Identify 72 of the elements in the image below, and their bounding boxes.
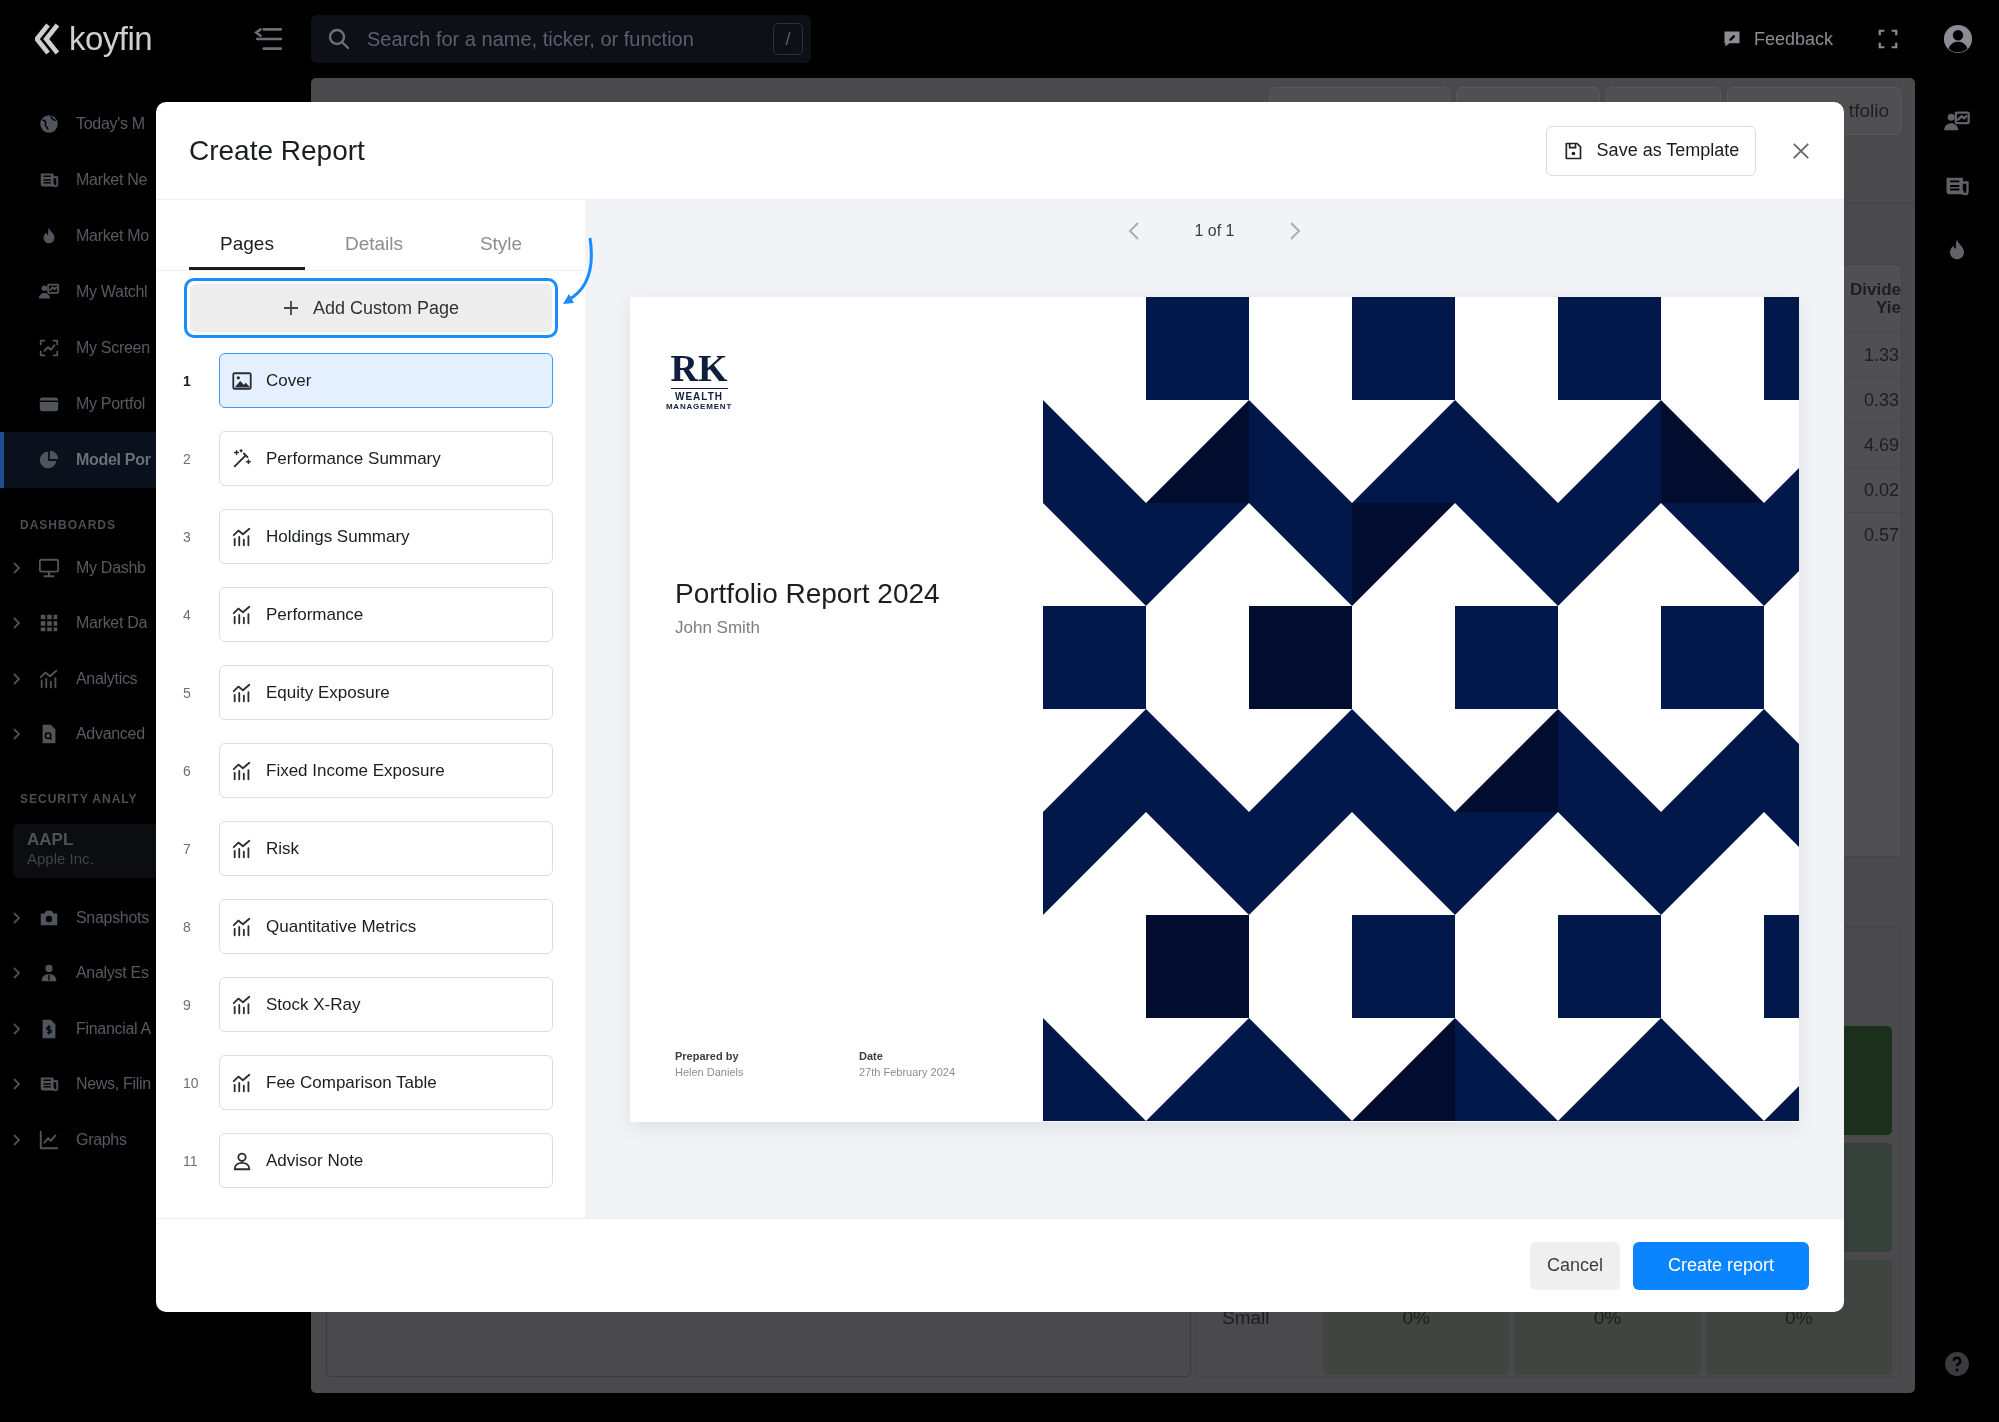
- page-item[interactable]: Advisor Note: [219, 1133, 553, 1188]
- line-chart-icon: [38, 1128, 60, 1151]
- bar-chart-icon: [38, 667, 60, 690]
- bar-chart-icon: [231, 681, 253, 704]
- image-icon: [231, 369, 253, 392]
- ticker-symbol: AAPL: [27, 830, 74, 850]
- page-item[interactable]: Fixed Income Exposure: [219, 743, 553, 798]
- menu-icon[interactable]: [253, 26, 283, 52]
- bar-chart-icon: [231, 915, 253, 938]
- page-number: 7: [183, 840, 192, 857]
- dialog-title: Create Report: [189, 134, 365, 167]
- field-value: 27th February 2024: [859, 1066, 956, 1078]
- page-item[interactable]: Stock X-Ray: [219, 977, 553, 1032]
- bar-chart-icon: [231, 759, 253, 782]
- search-input[interactable]: Search for a name, ticker, or function: [365, 26, 773, 52]
- help-icon[interactable]: [1944, 1351, 1970, 1377]
- company-name: Apple Inc.: [27, 850, 94, 867]
- shortcut-key: /: [773, 23, 803, 55]
- page-number: 6: [183, 762, 192, 779]
- page-item[interactable]: Equity Exposure: [219, 665, 553, 720]
- field-value: Helen Daniels: [675, 1066, 745, 1078]
- avatar-icon[interactable]: [1943, 24, 1973, 54]
- page-number: 4: [183, 606, 192, 623]
- next-page-icon[interactable]: [1288, 221, 1301, 241]
- monitor-icon: [38, 556, 60, 579]
- page-item[interactable]: Cover: [219, 353, 553, 408]
- page-indicator: 1 of 1: [1194, 222, 1235, 240]
- field-label: Date: [859, 1050, 884, 1062]
- bar-chart-icon: [231, 603, 253, 626]
- page-number: 10: [183, 1074, 200, 1091]
- page-item[interactable]: Risk: [219, 821, 553, 876]
- globe-icon: [38, 113, 60, 135]
- client-name: John Smith: [675, 618, 762, 638]
- search-field[interactable]: Search for a name, ticker, or function /: [311, 15, 811, 63]
- add-custom-page-button[interactable]: Add Custom Page: [190, 284, 552, 332]
- company-logo: RK WEALTH MANAGEMENT: [665, 349, 733, 411]
- page-number: 2: [183, 450, 192, 467]
- tab[interactable]: Pages: [189, 220, 305, 270]
- page-number: 9: [183, 996, 192, 1013]
- section-heading: DASHBOARDS: [20, 518, 116, 532]
- cancel-button[interactable]: Cancel: [1530, 1241, 1620, 1290]
- tab[interactable]: Style: [443, 220, 559, 270]
- page-item[interactable]: Holdings Summary: [219, 509, 553, 564]
- create-report-button[interactable]: Create report: [1633, 1241, 1809, 1290]
- search-icon: [327, 27, 351, 51]
- page-item[interactable]: Performance Summary: [219, 431, 553, 486]
- previous-page-icon[interactable]: [1128, 221, 1141, 241]
- magic-wand-icon: [231, 447, 253, 470]
- logo-text: koyfin: [69, 20, 153, 58]
- page-number: 3: [183, 528, 192, 545]
- page-item[interactable]: Fee Comparison Table: [219, 1055, 553, 1110]
- page-item[interactable]: Performance: [219, 587, 553, 642]
- save-template-button[interactable]: Save as Template: [1546, 125, 1756, 176]
- page-number: 5: [183, 684, 192, 701]
- fullscreen-icon[interactable]: [1877, 28, 1899, 50]
- chart-frame-icon: [38, 337, 60, 359]
- bar-chart-icon: [231, 993, 253, 1016]
- page-item[interactable]: Quantitative Metrics: [219, 899, 553, 954]
- feedback-button[interactable]: Feedback: [1721, 28, 1833, 50]
- close-icon[interactable]: [1792, 141, 1810, 160]
- page-number: 1: [183, 372, 192, 389]
- pie-chart-icon: [38, 449, 60, 471]
- plus-icon: [282, 300, 299, 316]
- page-number: 11: [183, 1152, 199, 1169]
- bar-chart-icon: [231, 1071, 253, 1094]
- bar-chart-icon: [231, 837, 253, 860]
- page-number: 8: [183, 918, 192, 935]
- field-label: Prepared by: [675, 1050, 740, 1062]
- bar-chart-icon: [231, 525, 253, 548]
- section-heading: SECURITY ANALY: [20, 792, 138, 806]
- tab[interactable]: Details: [316, 220, 432, 270]
- report-title: Portfolio Report 2024: [675, 578, 941, 610]
